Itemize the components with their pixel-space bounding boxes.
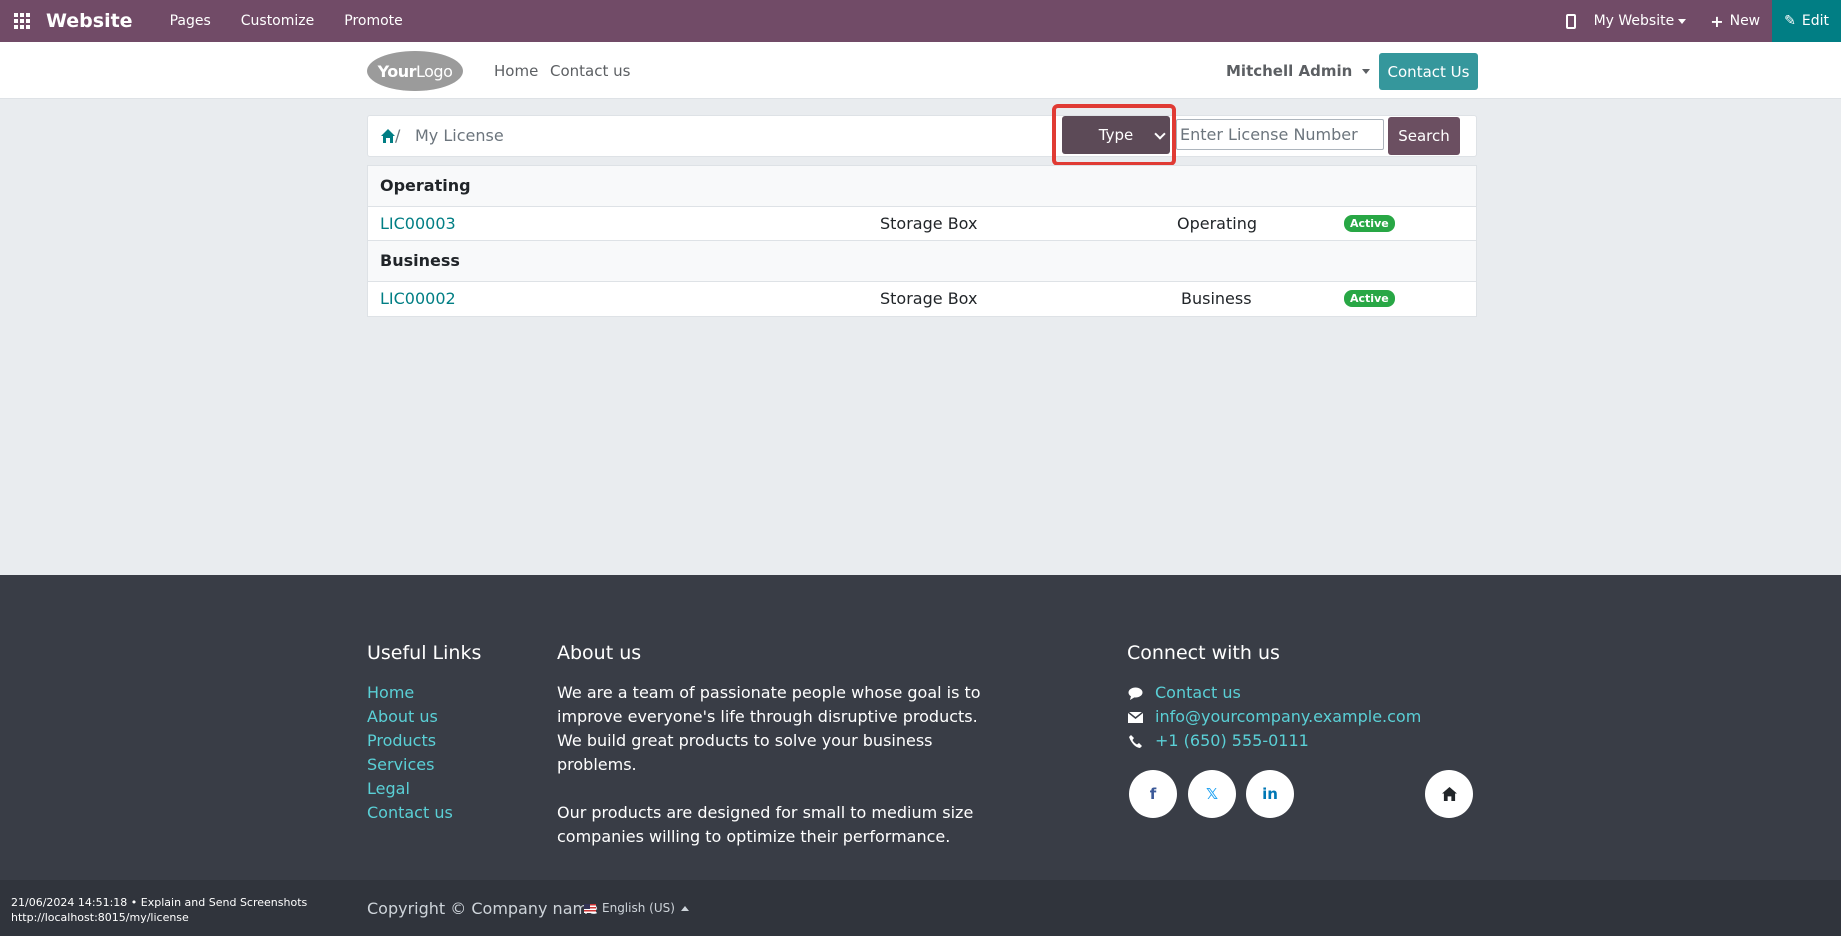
useful-links-list: Home About us Products Services Legal Co…	[367, 681, 453, 825]
admin-navbar: Website Pages Customize Promote My Websi…	[0, 0, 1841, 42]
chevron-down-icon	[1154, 128, 1166, 140]
nav-contact-us[interactable]: Contact us	[550, 62, 630, 80]
footer-link-about[interactable]: About us	[367, 705, 453, 729]
license-product: Storage Box	[880, 214, 978, 233]
language-label: English (US)	[602, 901, 675, 915]
type-select[interactable]: Type	[1062, 116, 1170, 154]
home-icon[interactable]	[380, 128, 396, 144]
license-type: Business	[1181, 289, 1252, 308]
table-row: LIC00002 Storage Box Business Active	[368, 282, 1476, 316]
footer-link-contact[interactable]: Contact us	[367, 801, 453, 825]
search-button[interactable]: Search	[1388, 117, 1460, 155]
footer-link-services[interactable]: Services	[367, 753, 453, 777]
website-selector[interactable]: My Website	[1594, 13, 1687, 29]
menu-pages[interactable]: Pages	[170, 13, 211, 29]
copyright-bar: 21/06/2024 14:51:18 • Explain and Send S…	[0, 880, 1841, 936]
status-badge: Active	[1344, 215, 1395, 232]
mobile-preview-icon[interactable]	[1565, 13, 1576, 29]
language-selector[interactable]: English (US)	[584, 901, 689, 915]
breadcrumb-separator: /	[395, 126, 401, 145]
site-footer: Useful Links Home About us Products Serv…	[0, 575, 1841, 880]
license-ref-link[interactable]: LIC00003	[380, 214, 456, 233]
table-row: LIC00003 Storage Box Operating Active	[368, 207, 1476, 241]
copyright-text: Copyright © Company name	[367, 899, 598, 918]
user-name: Mitchell Admin	[1226, 62, 1353, 80]
footer-email-link[interactable]: info@yourcompany.example.com	[1155, 705, 1421, 729]
apps-menu-icon[interactable]	[0, 0, 44, 42]
license-ref-link[interactable]: LIC00002	[380, 289, 456, 308]
edit-button-label: Edit	[1801, 13, 1829, 29]
useful-links-title: Useful Links	[367, 642, 482, 664]
new-button[interactable]: + New	[1710, 12, 1760, 31]
edit-button[interactable]: ✎ Edit	[1772, 0, 1841, 42]
about-paragraph: We are a team of passionate people whose…	[557, 683, 981, 774]
chevron-up-icon	[680, 905, 689, 911]
group-header: Operating	[368, 166, 1476, 207]
x-label: 𝕏	[1205, 785, 1219, 803]
footer-contact-link[interactable]: Contact us	[1155, 681, 1241, 705]
group-header: Business	[368, 241, 1476, 282]
about-text: We are a team of passionate people whose…	[557, 681, 1007, 849]
logo-text-thin: Logo	[416, 61, 453, 81]
chevron-down-icon	[1362, 68, 1371, 74]
new-button-label: New	[1729, 13, 1761, 29]
facebook-icon[interactable]: f	[1129, 770, 1177, 818]
pencil-icon: ✎	[1784, 13, 1796, 29]
status-badge: Active	[1344, 290, 1395, 307]
nav-home[interactable]: Home	[494, 62, 538, 80]
x-twitter-icon[interactable]: 𝕏	[1188, 770, 1236, 818]
about-title: About us	[557, 642, 642, 664]
website-header: Your Logo Home Contact us Mitchell Admin …	[0, 42, 1841, 99]
footer-link-products[interactable]: Products	[367, 729, 453, 753]
phone-icon	[1127, 734, 1143, 748]
license-number-input[interactable]	[1176, 119, 1384, 150]
envelope-icon	[1127, 710, 1143, 724]
connect-title: Connect with us	[1127, 642, 1280, 664]
contact-us-button[interactable]: Contact Us	[1379, 53, 1478, 90]
license-type: Operating	[1177, 214, 1257, 233]
linkedin-label: in	[1262, 785, 1278, 803]
linkedin-icon[interactable]: in	[1246, 770, 1294, 818]
contact-list: Contact us info@yourcompany.example.com …	[1127, 681, 1421, 753]
user-menu[interactable]: Mitchell Admin	[1226, 62, 1371, 80]
us-flag-icon	[584, 903, 596, 913]
logo-text-bold: Your	[377, 61, 417, 81]
footer-link-home[interactable]: Home	[367, 681, 453, 705]
breadcrumb-current: My License	[415, 126, 504, 145]
footer-phone-link[interactable]: +1 (650) 555-0111	[1155, 729, 1309, 753]
company-logo[interactable]: Your Logo	[367, 51, 463, 91]
stamp-line: 21/06/2024 14:51:18 • Explain and Send S…	[11, 896, 308, 909]
license-table: Operating LIC00003 Storage Box Operating…	[367, 165, 1477, 317]
home-icon[interactable]	[1425, 770, 1473, 818]
about-paragraph: Our products are designed for small to m…	[557, 803, 974, 846]
menu-customize[interactable]: Customize	[241, 13, 315, 29]
facebook-label: f	[1149, 785, 1157, 803]
website-selector-label: My Website	[1593, 13, 1675, 29]
license-product: Storage Box	[880, 289, 978, 308]
type-select-value: Type	[1098, 126, 1134, 144]
screenshot-stamp: 21/06/2024 14:51:18 • Explain and Send S…	[11, 895, 307, 925]
app-brand[interactable]: Website	[46, 10, 133, 32]
plus-icon: +	[1710, 11, 1724, 31]
chevron-down-icon	[1678, 18, 1687, 24]
stamp-url: http://localhost:8015/my/license	[11, 911, 189, 924]
menu-promote[interactable]: Promote	[344, 13, 403, 29]
comment-icon	[1127, 686, 1143, 700]
footer-link-legal[interactable]: Legal	[367, 777, 453, 801]
